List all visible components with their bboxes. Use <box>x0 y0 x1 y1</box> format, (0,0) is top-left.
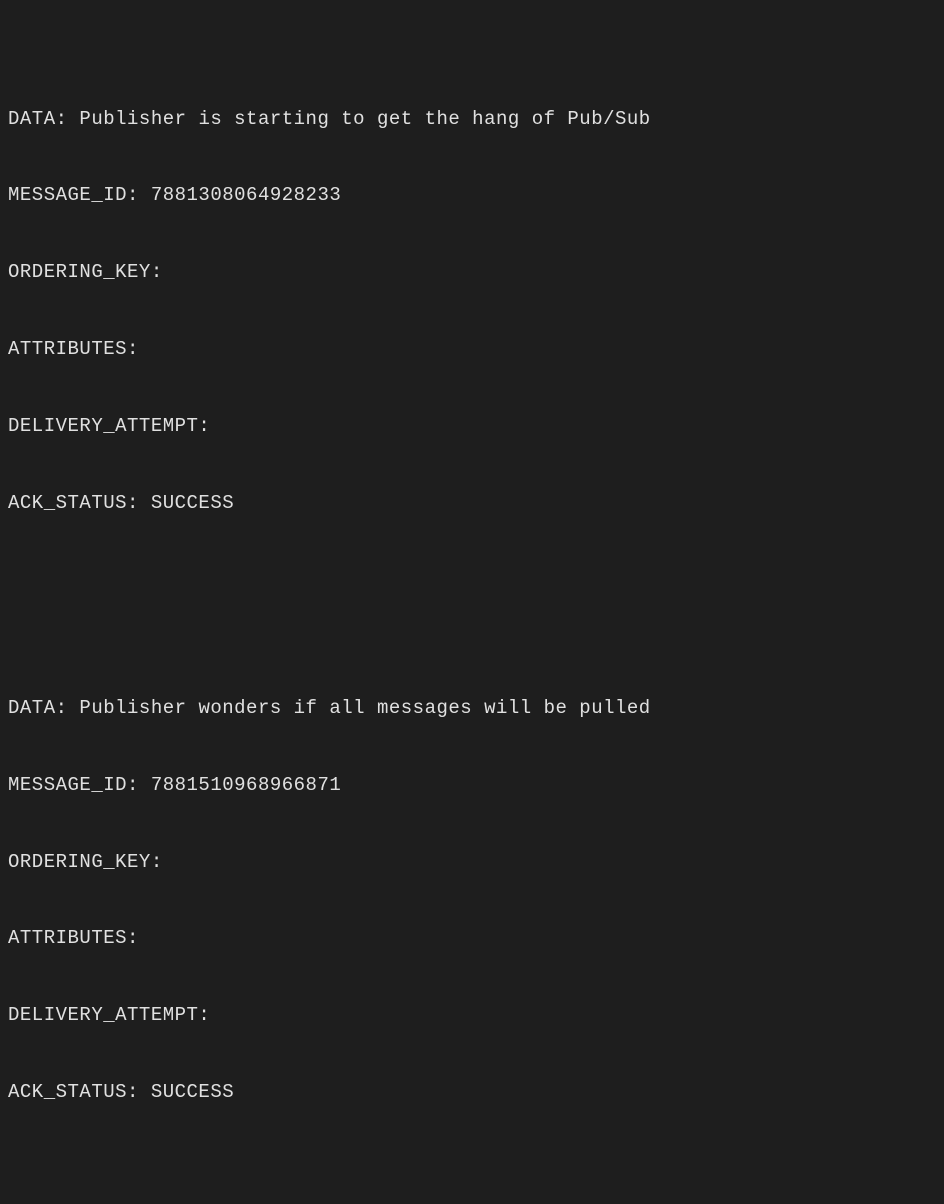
message-block: DATA: Publisher is starting to get the h… <box>8 55 936 568</box>
message-id-line: MESSAGE_ID: 7881510968966871 <box>8 773 936 799</box>
ack-status-value: SUCCESS <box>151 492 234 514</box>
data-label: DATA: <box>8 697 79 719</box>
data-line: DATA: Publisher is starting to get the h… <box>8 107 936 133</box>
ack-status-line: ACK_STATUS: SUCCESS <box>8 491 936 517</box>
message-block: DATA: Publisher wonders if all messages … <box>8 644 936 1157</box>
message-id-value: 7881308064928233 <box>151 184 341 206</box>
delivery-attempt-label: DELIVERY_ATTEMPT: <box>8 1004 210 1026</box>
ack-status-label: ACK_STATUS: <box>8 1081 151 1103</box>
data-value: Publisher is starting to get the hang of… <box>79 108 650 130</box>
data-value: Publisher wonders if all messages will b… <box>79 697 650 719</box>
message-id-line: MESSAGE_ID: 7881308064928233 <box>8 183 936 209</box>
message-id-label: MESSAGE_ID: <box>8 774 151 796</box>
message-id-value: 7881510968966871 <box>151 774 341 796</box>
message-id-label: MESSAGE_ID: <box>8 184 151 206</box>
delivery-attempt-line: DELIVERY_ATTEMPT: <box>8 414 936 440</box>
data-label: DATA: <box>8 108 79 130</box>
delivery-attempt-label: DELIVERY_ATTEMPT: <box>8 415 210 437</box>
attributes-label: ATTRIBUTES: <box>8 927 139 949</box>
data-line: DATA: Publisher wonders if all messages … <box>8 696 936 722</box>
delivery-attempt-line: DELIVERY_ATTEMPT: <box>8 1003 936 1029</box>
attributes-line: ATTRIBUTES: <box>8 926 936 952</box>
ordering-key-line: ORDERING_KEY: <box>8 260 936 286</box>
ack-status-line: ACK_STATUS: SUCCESS <box>8 1080 936 1106</box>
attributes-line: ATTRIBUTES: <box>8 337 936 363</box>
terminal-output: DATA: Publisher is starting to get the h… <box>8 4 936 1204</box>
attributes-label: ATTRIBUTES: <box>8 338 139 360</box>
ordering-key-line: ORDERING_KEY: <box>8 850 936 876</box>
ack-status-value: SUCCESS <box>151 1081 234 1103</box>
ordering-key-label: ORDERING_KEY: <box>8 261 163 283</box>
ack-status-label: ACK_STATUS: <box>8 492 151 514</box>
ordering-key-label: ORDERING_KEY: <box>8 851 163 873</box>
